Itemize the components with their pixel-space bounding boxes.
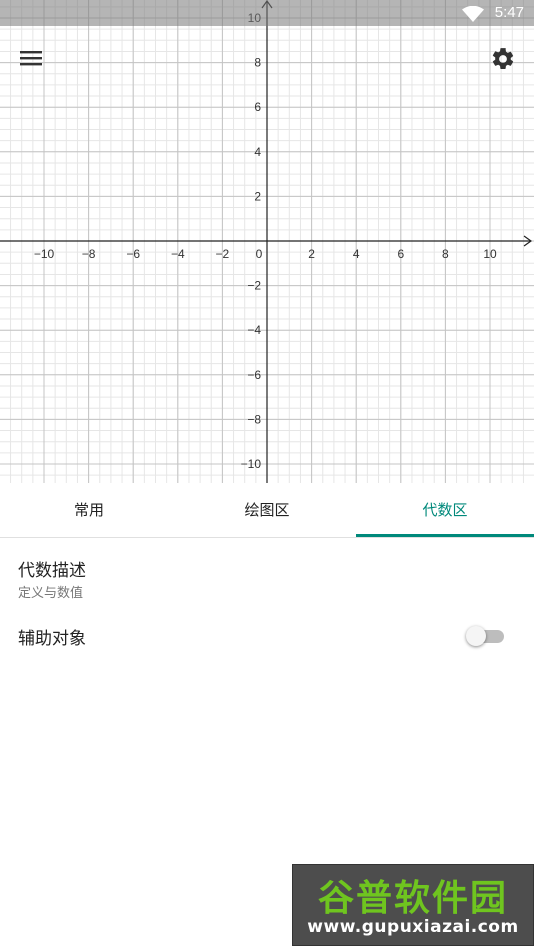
y-tick-label: 2 <box>254 189 261 203</box>
status-bar: 5:47 <box>0 0 534 26</box>
tab-active-indicator <box>356 534 534 537</box>
watermark-url: www.gupuxiazai.com <box>307 917 519 937</box>
menu-icon <box>20 51 42 66</box>
status-time: 5:47 <box>494 4 524 21</box>
y-tick-label: 6 <box>254 100 261 114</box>
auxiliary-objects-toggle[interactable] <box>466 626 506 646</box>
graphics-view[interactable]: −10 −8 −6 −4 −2 0 2 4 6 8 10 10 8 6 4 2 −2 −4 −6 −8 −10 <box>0 0 534 483</box>
watermark-brand: 谷普软件园 <box>317 878 508 919</box>
tab-bar: 常用 绘图区 代数区 <box>0 483 534 538</box>
wifi-icon <box>462 6 484 22</box>
settings-button[interactable] <box>488 44 518 74</box>
y-tick-label: 4 <box>254 145 261 159</box>
setting-auxiliary-objects[interactable]: 辅助对象 <box>0 612 534 658</box>
gear-icon <box>492 48 514 69</box>
x-tick-label: 2 <box>308 247 315 261</box>
setting-algebra-description-subtitle: 定义与数值 <box>18 586 84 601</box>
x-tick-labels: −10 −8 −6 −4 −2 0 2 4 6 8 10 <box>34 247 497 261</box>
setting-algebra-description-title: 代数描述 <box>18 561 86 581</box>
x-tick-label: −2 <box>216 247 230 261</box>
x-tick-label: 8 <box>442 247 449 261</box>
y-tick-label: −2 <box>247 279 261 293</box>
toggle-thumb <box>466 626 486 646</box>
x-tick-label: 6 <box>397 247 404 261</box>
y-tick-label: −10 <box>241 457 262 471</box>
watermark-logo: 谷普软件园 www.gupuxiazai.com <box>292 864 534 946</box>
tab-algebra[interactable]: 代数区 <box>356 483 534 537</box>
y-tick-label: −6 <box>247 368 261 382</box>
x-tick-label: −10 <box>34 247 55 261</box>
x-tick-label: −6 <box>126 247 140 261</box>
menu-button[interactable] <box>16 44 46 72</box>
x-tick-label: 10 <box>483 247 497 261</box>
x-tick-label: −8 <box>82 247 96 261</box>
setting-auxiliary-objects-label: 辅助对象 <box>18 629 86 649</box>
x-tick-label: −4 <box>171 247 185 261</box>
x-tick-label: 4 <box>353 247 360 261</box>
tab-common[interactable]: 常用 <box>0 483 178 537</box>
setting-algebra-description[interactable]: 代数描述 定义与数值 <box>0 548 534 606</box>
y-tick-label: −8 <box>247 412 261 426</box>
tab-graphics[interactable]: 绘图区 <box>178 483 356 537</box>
y-tick-label: −4 <box>247 323 261 337</box>
y-tick-label: 8 <box>254 56 261 70</box>
x-tick-label: 0 <box>256 247 263 261</box>
